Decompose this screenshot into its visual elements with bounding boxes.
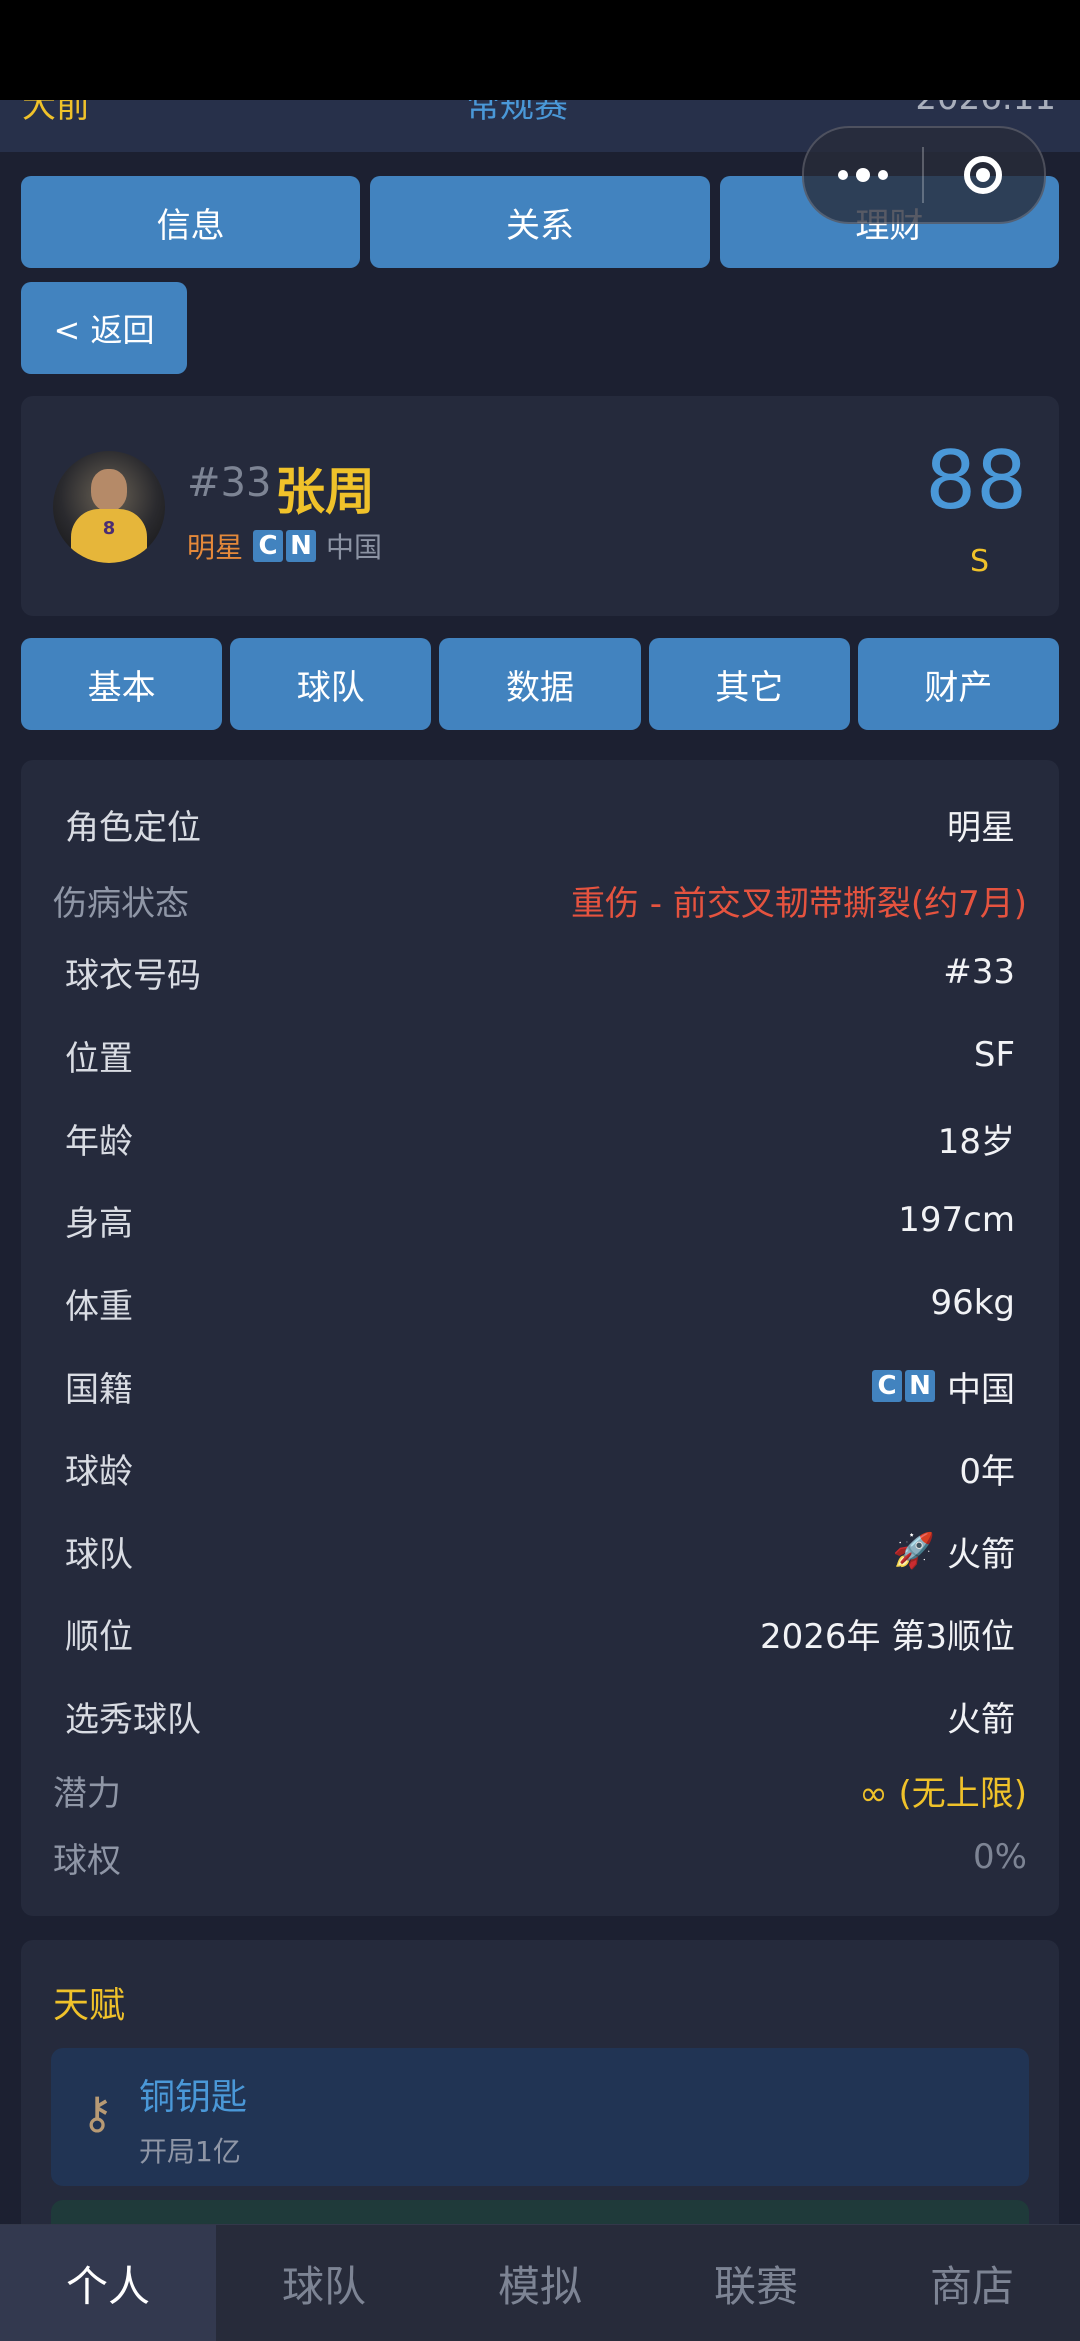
player-profile-card: 8 #33 张周 明星 C N 中国 88 S: [21, 396, 1059, 616]
flag-letter: C: [872, 1370, 902, 1402]
bottom-nav: 个人 球队 模拟 联赛 商店: [0, 2224, 1080, 2341]
tab-info[interactable]: 信息: [21, 176, 361, 268]
detail-key: 潜力: [53, 1773, 121, 1814]
detail-row-draft-team: 选秀球队 火箭: [21, 1686, 1059, 1746]
player-name: 张周: [275, 463, 375, 521]
tab-stats[interactable]: 数据: [439, 638, 641, 730]
flag-letter: N: [905, 1370, 935, 1402]
avatar: 8: [53, 451, 165, 563]
detail-tabs: 基本 球队 数据 其它 财产: [21, 638, 1060, 730]
bottom-tab-league[interactable]: 联赛: [648, 2225, 864, 2341]
detail-row-jersey: 球衣号码 #33: [21, 942, 1059, 1002]
tab-basic[interactable]: 基本: [21, 638, 223, 730]
detail-key: 角色定位: [65, 807, 201, 848]
detail-key: 伤病状态: [53, 883, 189, 924]
bottom-tab-simulate[interactable]: 模拟: [432, 2225, 648, 2341]
detail-row-height: 身高 197cm: [21, 1190, 1059, 1250]
detail-value: C N 中国: [872, 1362, 1059, 1411]
detail-value: #33: [943, 952, 1015, 992]
detail-value: 🚀 火箭: [893, 1527, 1059, 1576]
detail-key: 年龄: [65, 1121, 133, 1162]
player-subtitle: 明星 C N 中国: [187, 526, 382, 566]
flag-letter: C: [253, 530, 284, 562]
player-details-card: 角色定位 明星 伤病状态 重伤 - 前交叉韧带撕裂(约7月) 球衣号码 #33 …: [21, 760, 1059, 1916]
detail-row-potential: 潜力 ∞ (无上限): [21, 1760, 1059, 1820]
talent-desc: 开局1亿: [139, 2135, 241, 2168]
flag-letter: N: [286, 530, 317, 562]
bottom-tab-personal[interactable]: 个人: [0, 2225, 216, 2341]
detail-row-role: 角色定位 明星: [21, 794, 1059, 854]
detail-key: 体重: [65, 1286, 133, 1327]
detail-row-experience: 球龄 0年: [21, 1438, 1059, 1498]
detail-value: 重伤 - 前交叉韧带撕裂(约7月): [570, 883, 1027, 924]
detail-value: 0%: [973, 1837, 1027, 1877]
player-role: 明星: [187, 531, 244, 564]
detail-row-position: 位置 SF: [21, 1025, 1059, 1085]
detail-row-team: 球队 🚀 火箭: [21, 1521, 1059, 1581]
key-icon: ⚷: [81, 2088, 114, 2139]
player-number: #33: [187, 460, 272, 506]
talents-title: 天赋: [53, 1985, 126, 2026]
detail-row-equity: 球权 0%: [21, 1827, 1059, 1887]
detail-value: 18岁: [937, 1121, 1015, 1162]
country-flag-icon: C N: [872, 1370, 935, 1402]
nationality-text: 中国: [947, 1369, 1015, 1410]
tab-assets[interactable]: 财产: [857, 638, 1060, 730]
detail-value: ∞ (无上限): [859, 1773, 1027, 1814]
detail-row-draft-pick: 顺位 2026年 第3顺位: [21, 1603, 1059, 1663]
detail-key: 位置: [65, 1038, 133, 1079]
player-grade: S: [969, 544, 989, 579]
tab-other[interactable]: 其它: [648, 638, 850, 730]
team-name: 火箭: [947, 1534, 1015, 1575]
more-icon[interactable]: [804, 168, 922, 182]
detail-key: 球权: [53, 1840, 121, 1881]
detail-key: 顺位: [65, 1616, 133, 1657]
player-country: 中国: [326, 531, 383, 564]
talent-name: 铜钥匙: [139, 2077, 248, 2118]
detail-value: 火箭: [947, 1699, 1015, 1740]
detail-value: 明星: [947, 807, 1015, 848]
back-button[interactable]: < 返回: [21, 282, 187, 374]
detail-key: 球衣号码: [65, 955, 201, 996]
season-strip-date: 2026.11: [915, 100, 1056, 118]
talent-item[interactable]: ⚷ 铜钥匙 开局1亿: [51, 2048, 1029, 2186]
bottom-tab-team[interactable]: 球队: [216, 2225, 432, 2341]
detail-value: SF: [973, 1035, 1015, 1075]
detail-key: 身高: [65, 1203, 133, 1244]
season-strip-stage: 常规赛: [466, 100, 568, 126]
player-rating: 88: [925, 434, 1027, 527]
miniapp-capsule: [802, 126, 1046, 224]
rocket-icon: 🚀: [892, 1531, 935, 1571]
detail-value: 0年: [959, 1451, 1015, 1492]
detail-value: 197cm: [898, 1200, 1015, 1240]
detail-key: 国籍: [65, 1369, 133, 1410]
status-bar: [0, 0, 1080, 100]
country-flag-icon: C N: [253, 530, 317, 562]
detail-row-injury: 伤病状态 重伤 - 前交叉韧带撕裂(约7月): [21, 870, 1059, 930]
detail-row-age: 年龄 18岁: [21, 1108, 1059, 1168]
detail-value: 2026年 第3顺位: [760, 1616, 1015, 1657]
detail-key: 球队: [65, 1534, 133, 1575]
detail-row-nationality: 国籍 C N 中国: [21, 1356, 1059, 1416]
tab-team[interactable]: 球队: [230, 638, 432, 730]
detail-key: 球龄: [65, 1451, 133, 1492]
detail-key: 选秀球队: [65, 1699, 201, 1740]
detail-value: 96kg: [930, 1283, 1015, 1323]
bottom-tab-shop[interactable]: 商店: [864, 2225, 1080, 2341]
close-target-icon[interactable]: [924, 156, 1042, 194]
detail-row-weight: 体重 96kg: [21, 1273, 1059, 1333]
tab-relations[interactable]: 关系: [370, 176, 710, 268]
season-strip-left: 大前: [22, 100, 90, 126]
